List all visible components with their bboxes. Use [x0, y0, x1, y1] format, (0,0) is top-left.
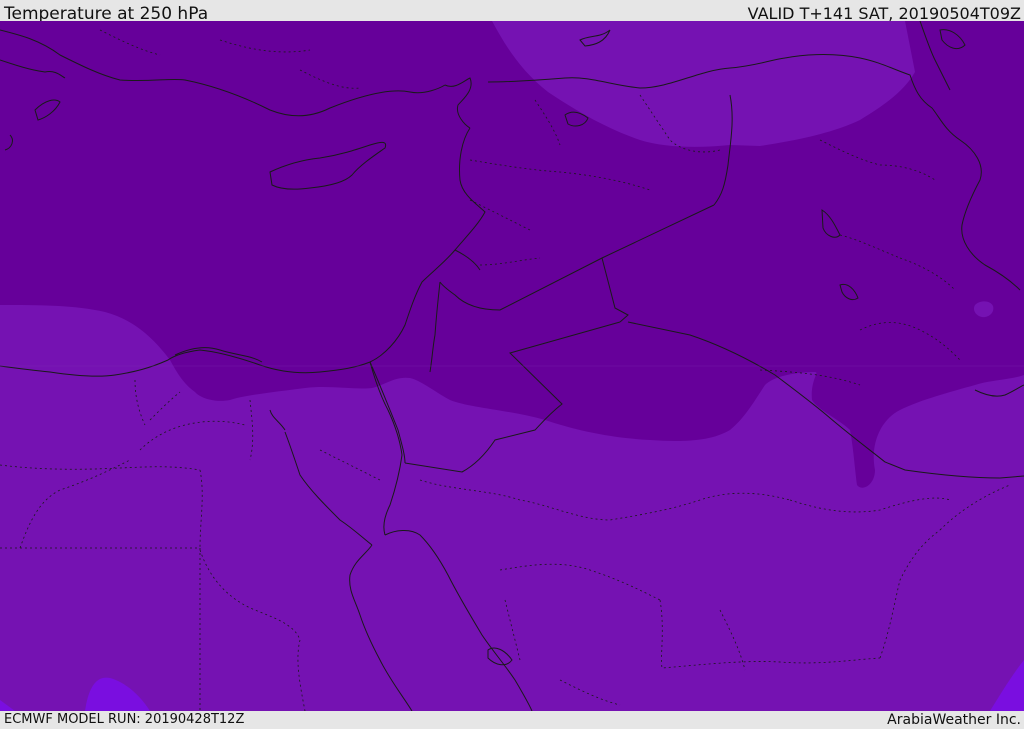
forecast-map-frame: Temperature at 250 hPa VALID T+141 SAT, …	[0, 0, 1024, 729]
header-bar: Temperature at 250 hPa VALID T+141 SAT, …	[0, 0, 1024, 24]
credit-label: ArabiaWeather Inc.	[887, 712, 1021, 728]
footer-bar: ECMWF MODEL RUN: 20190428T12Z ArabiaWeat…	[0, 711, 1024, 729]
temperature-map	[0, 21, 1024, 711]
map-svg	[0, 21, 1024, 711]
model-run-label: ECMWF MODEL RUN: 20190428T12Z	[4, 712, 245, 727]
